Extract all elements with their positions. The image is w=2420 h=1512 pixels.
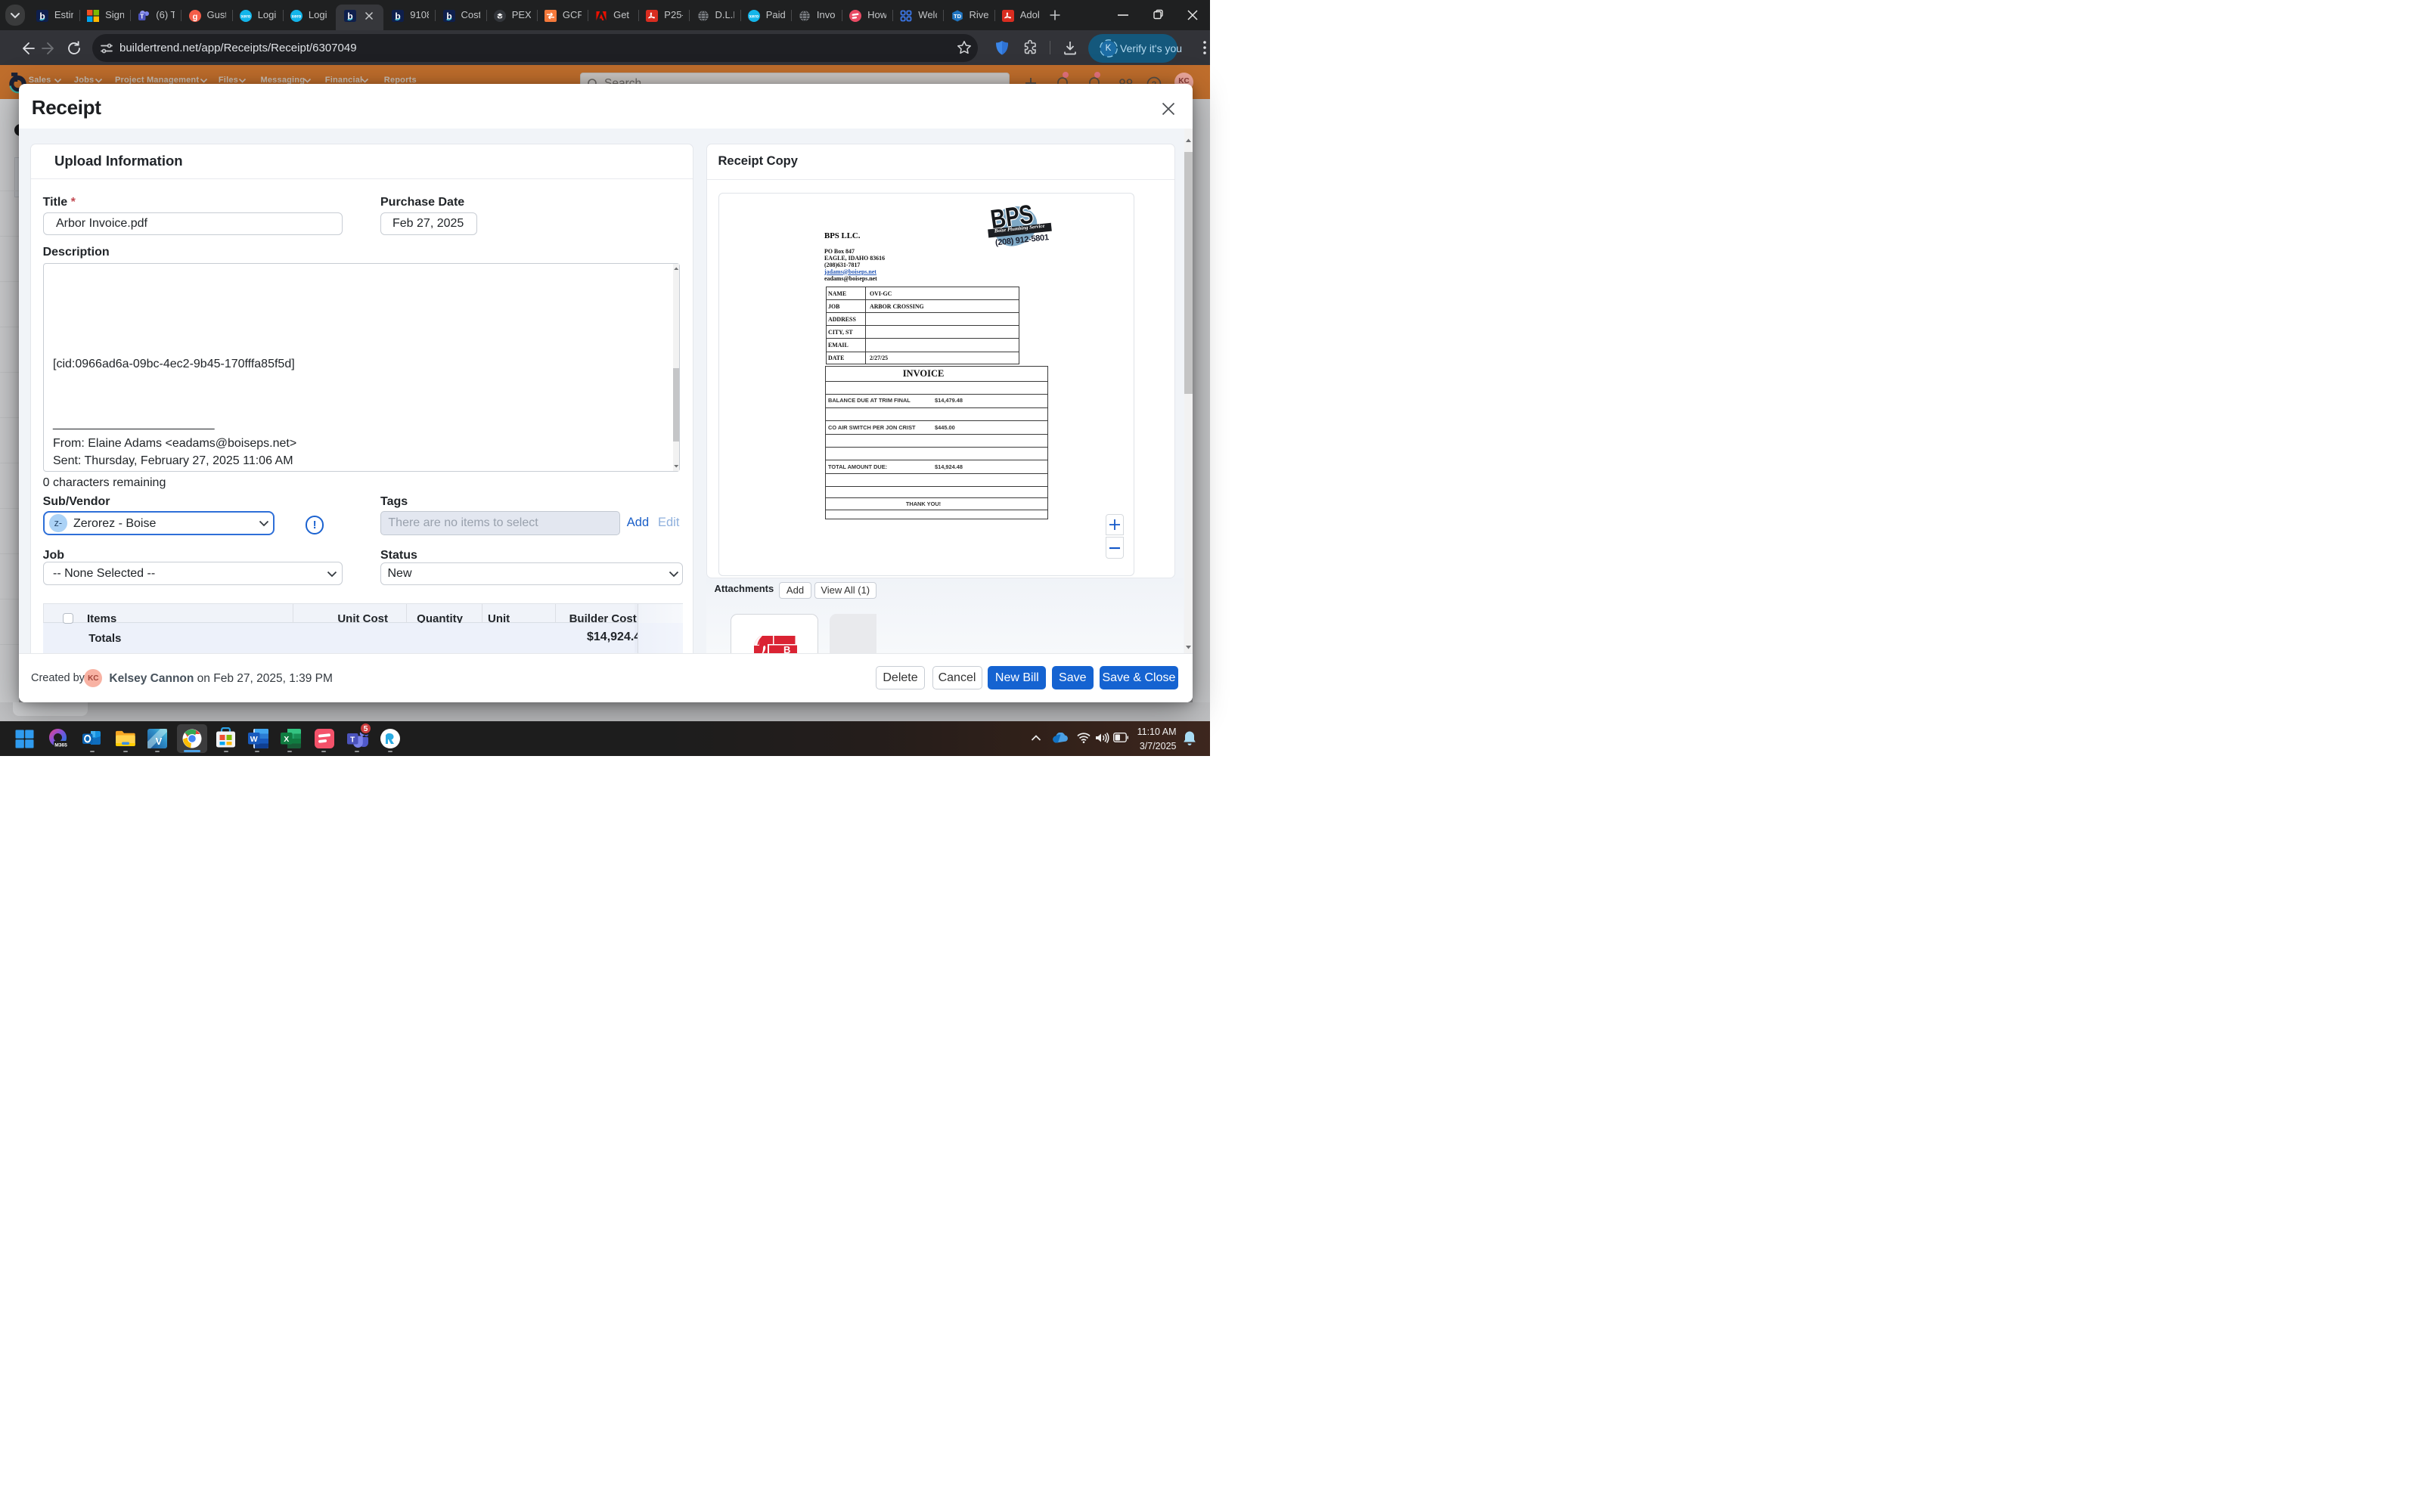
svg-text:B: B: [783, 644, 790, 654]
svg-text:M365: M365: [54, 743, 67, 748]
svg-text:xero: xero: [292, 15, 302, 20]
svg-text:T: T: [140, 13, 144, 20]
svg-text:X: X: [284, 735, 289, 744]
svg-text:TD: TD: [954, 13, 962, 20]
svg-text:T: T: [350, 736, 355, 745]
svg-text:xero: xero: [749, 15, 759, 20]
svg-text:V: V: [156, 736, 163, 747]
svg-text:g: g: [192, 12, 197, 21]
svg-text:W: W: [250, 735, 258, 744]
svg-text:xero: xero: [240, 15, 250, 20]
